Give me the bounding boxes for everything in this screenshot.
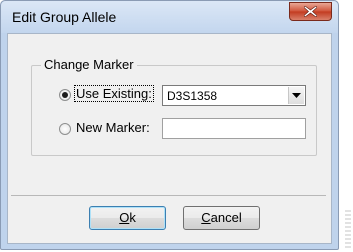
ok-mnemonic: O	[119, 210, 130, 225]
dropdown-button[interactable]	[288, 87, 304, 104]
button-separator	[11, 195, 326, 196]
cancel-mnemonic: C	[201, 210, 211, 225]
ok-label: k	[129, 210, 136, 225]
new-marker-label[interactable]: New Marker:	[76, 120, 150, 135]
new-marker-radio[interactable]	[59, 123, 71, 135]
use-existing-label[interactable]: Use Existing:	[74, 85, 154, 102]
close-icon	[304, 6, 317, 17]
cancel-label: ancel	[210, 210, 242, 225]
group-label: Change Marker	[41, 57, 137, 72]
window-title: Edit Group Allele	[12, 9, 117, 25]
cancel-button[interactable]: Cancel	[183, 206, 260, 230]
marker-select[interactable]: D3S1358	[162, 85, 306, 106]
radio-selected-dot	[62, 92, 68, 98]
use-existing-radio[interactable]	[59, 89, 71, 101]
resize-grip[interactable]	[345, 210, 351, 250]
ok-button[interactable]: Ok	[89, 206, 166, 230]
new-marker-input[interactable]	[162, 118, 306, 139]
close-button[interactable]	[289, 2, 332, 21]
title-bar[interactable]: Edit Group Allele	[1, 1, 338, 33]
chevron-down-icon	[292, 93, 301, 98]
change-marker-group	[31, 65, 317, 156]
marker-select-value: D3S1358	[167, 89, 218, 103]
